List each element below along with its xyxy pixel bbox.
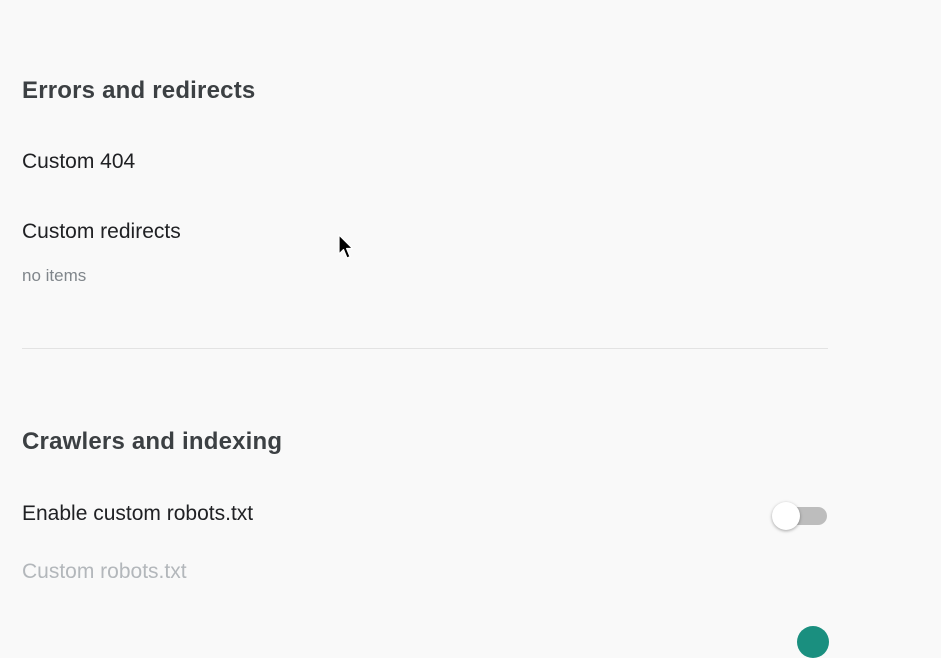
mouse-pointer-icon	[338, 234, 354, 259]
settings-page: Errors and redirects Custom 404 Custom r…	[0, 0, 941, 658]
section-divider	[22, 348, 828, 349]
enable-custom-robots-label: Enable custom robots.txt	[22, 502, 254, 525]
custom-redirects-value: no items	[22, 266, 87, 285]
enable-custom-robots-toggle[interactable]	[772, 502, 828, 530]
errors-redirects-heading: Errors and redirects	[22, 77, 256, 104]
custom-robots-setting: Custom robots.txt	[22, 560, 187, 583]
toggle-thumb	[772, 502, 800, 530]
custom-404-setting[interactable]: Custom 404	[22, 150, 135, 174]
custom-redirects-setting[interactable]: Custom redirects	[22, 220, 181, 244]
next-setting-toggle[interactable]	[797, 626, 829, 658]
crawlers-indexing-heading: Crawlers and indexing	[22, 428, 283, 455]
